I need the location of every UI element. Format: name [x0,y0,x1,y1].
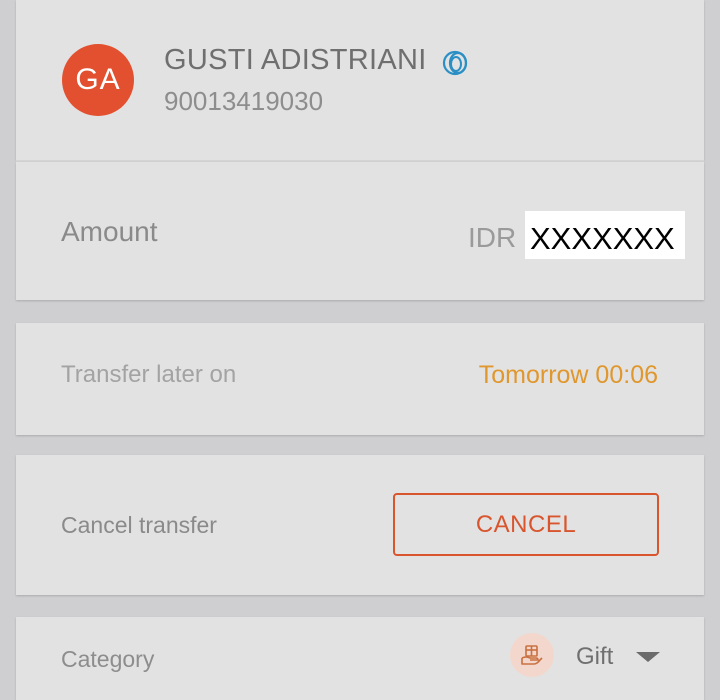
recipient-name: GUSTI ADISTRIANI [164,44,427,76]
recipient-card: GA GUSTI ADISTRIANI 90013419030 [16,0,704,160]
account-number: 90013419030 [164,86,324,116]
schedule-date-link[interactable]: Tomorrow 00:06 [479,361,658,390]
bank-logo-icon [442,50,468,76]
avatar: GA [62,44,134,116]
cancel-card: Cancel transfer CANCEL [16,455,704,595]
cancel-transfer-label: Cancel transfer [61,512,217,538]
category-label: Category [61,646,155,672]
cancel-button[interactable]: CANCEL [393,493,659,556]
schedule-label: Transfer later on [61,361,237,388]
category-value: Gift [576,643,614,670]
amount-card: Amount IDR [16,162,704,300]
amount-input[interactable] [525,211,685,259]
currency-label: IDR [468,222,517,253]
category-card: Category Gift [16,617,704,700]
amount-label: Amount [61,216,158,247]
schedule-card: Transfer later on Tomorrow 00:06 [16,323,704,435]
chevron-down-icon [636,652,660,662]
category-dropdown[interactable]: Gift [510,633,670,681]
gift-hand-icon [510,633,554,677]
